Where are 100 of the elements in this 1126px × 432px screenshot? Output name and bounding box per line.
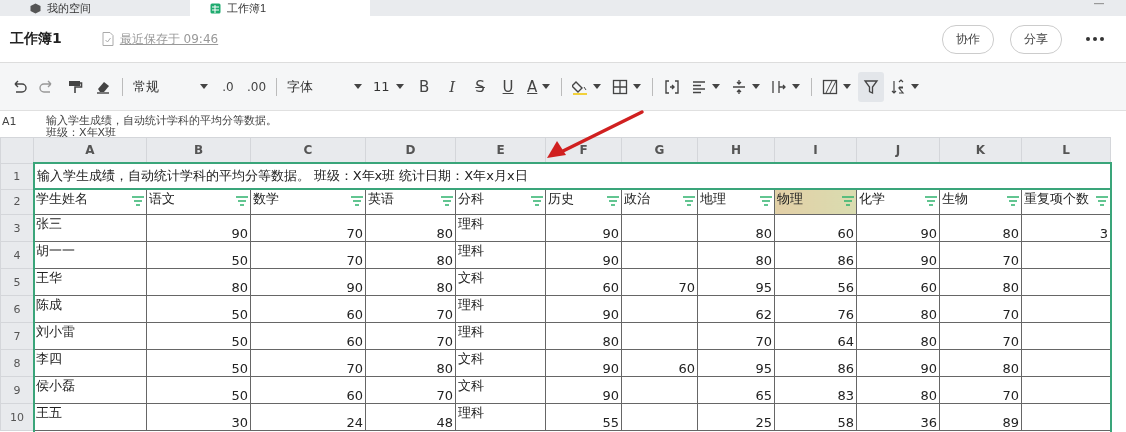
filter-icon[interactable] (760, 196, 772, 206)
row-header[interactable]: 3 (0, 214, 34, 242)
table-cell: 90 (545, 295, 622, 323)
sheet-icon (210, 2, 221, 14)
table-cell: 王华 (33, 268, 147, 296)
table-cell: 50 (146, 349, 251, 377)
strikethrough-button[interactable]: S (467, 71, 494, 102)
column-header[interactable]: B (146, 137, 251, 163)
row-header[interactable]: 4 (0, 241, 34, 269)
table-cell: 70 (365, 295, 456, 323)
column-header[interactable]: K (939, 137, 1022, 163)
table-cell: 80 (856, 376, 940, 404)
filter-icon[interactable] (351, 196, 363, 206)
underline-button[interactable]: U (495, 71, 522, 102)
document-check-icon (101, 32, 114, 46)
table-cell: 60 (250, 322, 366, 350)
filter-button[interactable] (858, 71, 885, 102)
row-header[interactable]: 5 (0, 268, 34, 296)
cell-reference: A1 (1, 114, 18, 130)
table-cell: 80 (697, 214, 775, 242)
table-cell: 80 (856, 322, 940, 350)
column-header[interactable]: E (455, 137, 546, 163)
table-cell: 60 (545, 268, 622, 296)
table-cell: 83 (774, 376, 857, 404)
table-cell: 24 (250, 403, 366, 431)
table-cell: 56 (774, 268, 857, 296)
caret-icon (910, 83, 921, 90)
column-header[interactable]: I (774, 137, 857, 163)
table-cell: 90 (856, 349, 940, 377)
font-dropdown[interactable]: 字体 (283, 71, 368, 102)
column-header[interactable]: H (697, 137, 775, 163)
table-cell: 90 (545, 349, 622, 377)
filter-icon[interactable] (132, 196, 144, 206)
sort-icon (890, 78, 907, 95)
table-cell: 张三 (33, 214, 147, 242)
increase-decimal-button[interactable]: .00 (243, 71, 271, 102)
tab[interactable]: 工作簿1 (190, 0, 370, 16)
column-header[interactable]: A (33, 137, 147, 163)
caret-icon (395, 83, 406, 90)
table-cell: 刘小雷 (33, 322, 147, 350)
filter-icon[interactable] (236, 196, 248, 206)
table-cell: 80 (146, 268, 251, 296)
table-cell: 60 (621, 349, 698, 377)
row-header[interactable]: 9 (0, 376, 34, 404)
table-cell: 90 (856, 241, 940, 269)
table-cell: 70 (250, 214, 366, 242)
row-header[interactable]: 10 (0, 403, 34, 431)
decrease-decimal-button[interactable]: .0 (215, 71, 241, 102)
filter-icon[interactable] (1007, 196, 1019, 206)
table-cell: 90 (856, 214, 940, 242)
table-cell: 胡一一 (33, 241, 147, 269)
paint-roller-icon (67, 78, 83, 95)
header-button[interactable]: 分享 (1010, 24, 1062, 54)
table-cell: 文科 (455, 349, 546, 377)
table-cell: 王五 (33, 403, 147, 431)
column-header[interactable]: G (621, 137, 698, 163)
table-cell: 70 (365, 376, 456, 404)
column-header[interactable]: L (1021, 137, 1111, 163)
column-header[interactable]: D (365, 137, 456, 163)
row-header[interactable]: 2 (0, 189, 34, 215)
italic-button[interactable]: I (439, 71, 466, 102)
table-cell: 70 (621, 268, 698, 296)
header-cell-text: 重复项个数 (1024, 190, 1089, 208)
table-cell: 89 (939, 403, 1022, 431)
table-cell: 60 (774, 214, 857, 242)
filter-icon[interactable] (607, 196, 619, 206)
filter-icon[interactable] (1096, 196, 1108, 206)
bold-button[interactable]: B (411, 71, 438, 102)
table-cell: 64 (774, 322, 857, 350)
number-format-dropdown[interactable]: 常规 (129, 71, 213, 102)
table-cell: 80 (939, 268, 1022, 296)
filter-icon[interactable] (925, 196, 937, 206)
tab[interactable]: 我的空间 (10, 0, 190, 16)
header-button[interactable]: 协作 (942, 24, 994, 54)
table-cell: 70 (939, 241, 1022, 269)
filter-icon[interactable] (683, 196, 695, 206)
table-cell: 文科 (455, 268, 546, 296)
row-header[interactable]: 6 (0, 295, 34, 323)
column-header[interactable]: J (856, 137, 940, 163)
header-cell-text: 语文 (149, 190, 175, 208)
caret-icon (632, 83, 643, 90)
cell-style-icon (822, 78, 839, 95)
font-size-dropdown[interactable]: 11 (369, 71, 410, 102)
row-header[interactable]: 1 (0, 163, 34, 189)
table-cell: 30 (146, 403, 251, 431)
filter-icon[interactable] (531, 196, 543, 206)
font-color-button[interactable]: A (523, 71, 556, 102)
table-cell: 90 (545, 376, 622, 404)
table-cell: 李四 (33, 349, 147, 377)
table-cell: 理科 (455, 241, 546, 269)
more-icon (1086, 37, 1104, 41)
row-header[interactable]: 7 (0, 322, 34, 350)
header-cell-text: 分科 (458, 190, 484, 208)
table-cell: 侯小磊 (33, 376, 147, 404)
filter-icon[interactable] (842, 196, 854, 206)
align-left-icon (691, 78, 708, 95)
column-header[interactable]: C (250, 137, 366, 163)
row-header[interactable]: 8 (0, 349, 34, 377)
filter-icon[interactable] (441, 196, 453, 206)
table-cell: 25 (697, 403, 775, 431)
